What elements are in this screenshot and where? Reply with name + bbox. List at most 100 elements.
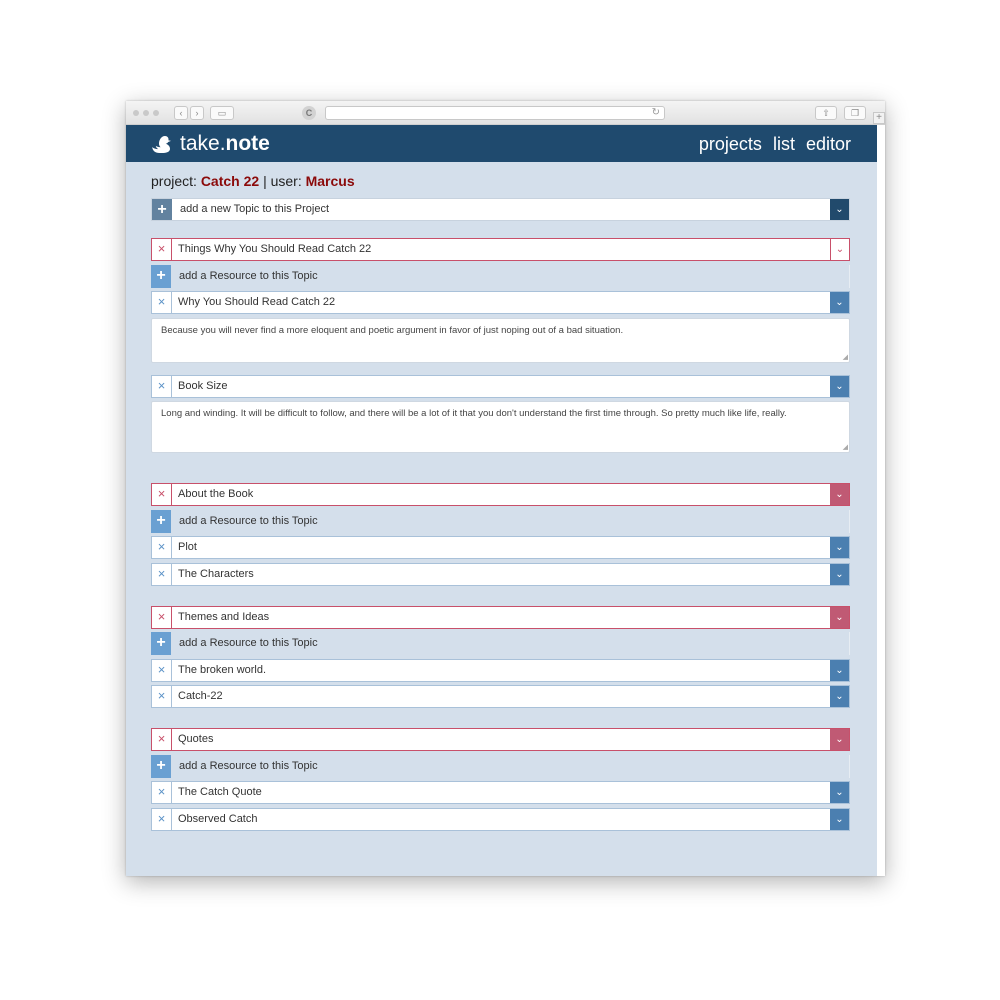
resource-title: The Characters: [178, 568, 254, 580]
resource-note-text: Because you will never find a more eloqu…: [161, 325, 624, 336]
project-context: project: Catch 22 | user: Marcus: [151, 173, 355, 190]
browser-toolbar: ‹ › ▭ C ↻ ⇧ ❐ +: [126, 101, 885, 125]
resource-row[interactable]: × Plot ⌄: [151, 536, 850, 559]
forward-icon[interactable]: ›: [190, 106, 204, 120]
nav-projects[interactable]: projects: [699, 134, 762, 154]
resource-title: Catch-22: [178, 690, 223, 702]
chevron-down-icon[interactable]: ⌄: [830, 607, 849, 628]
add-resource-label: add a Resource to this Topic: [179, 515, 318, 527]
new-tab-icon[interactable]: +: [873, 112, 885, 124]
chevron-down-icon[interactable]: ⌄: [830, 660, 849, 681]
topic-row[interactable]: × Things Why You Should Read Catch 22 ⌄: [151, 238, 850, 261]
topic-row[interactable]: × Quotes ⌄: [151, 728, 850, 751]
chevron-down-icon[interactable]: ⌄: [830, 686, 849, 707]
zoom-window-dot[interactable]: [153, 110, 159, 116]
remove-resource-icon[interactable]: ×: [152, 292, 172, 313]
context-separator: |: [263, 173, 267, 189]
resource-row[interactable]: × Why You Should Read Catch 22 ⌄: [151, 291, 850, 314]
share-icon[interactable]: ⇧: [815, 106, 837, 120]
reload-icon[interactable]: ↻: [652, 107, 660, 119]
add-resource-plus-icon[interactable]: +: [151, 510, 171, 533]
add-resource-row[interactable]: + add a Resource to this Topic: [151, 510, 850, 533]
user-name: Marcus: [305, 173, 355, 189]
resource-row[interactable]: × The Catch Quote ⌄: [151, 781, 850, 804]
topic-row[interactable]: × Themes and Ideas ⌄: [151, 606, 850, 629]
chevron-down-icon[interactable]: ⌄: [830, 782, 849, 803]
topic-title: Themes and Ideas: [178, 611, 270, 623]
remove-topic-icon[interactable]: ×: [152, 607, 172, 628]
resource-note[interactable]: Because you will never find a more eloqu…: [151, 318, 850, 363]
resource-title: Observed Catch: [178, 813, 258, 825]
chevron-down-icon[interactable]: ⌄: [830, 729, 849, 750]
chevron-down-icon[interactable]: ⌄: [830, 809, 849, 830]
new-topic-label: add a new Topic to this Project: [180, 203, 329, 215]
add-resource-row[interactable]: + add a Resource to this Topic: [151, 632, 850, 655]
add-resource-row[interactable]: + add a Resource to this Topic: [151, 755, 850, 778]
resource-row[interactable]: × The broken world. ⌄: [151, 659, 850, 682]
new-topic-row[interactable]: + add a new Topic to this Project ⌄: [151, 198, 850, 221]
app-header: take.note projects list editor: [126, 125, 877, 162]
remove-resource-icon[interactable]: ×: [152, 537, 172, 558]
add-resource-label: add a Resource to this Topic: [179, 270, 318, 282]
close-window-dot[interactable]: [133, 110, 139, 116]
remove-resource-icon[interactable]: ×: [152, 564, 172, 585]
resource-title: Book Size: [178, 380, 228, 392]
add-resource-label: add a Resource to this Topic: [179, 760, 318, 772]
resource-row[interactable]: × Book Size ⌄: [151, 375, 850, 398]
top-nav: projects list editor: [693, 133, 851, 155]
resource-note-text: Long and winding. It will be difficult t…: [161, 408, 787, 419]
resource-title: Plot: [178, 541, 197, 553]
resource-row[interactable]: × Observed Catch ⌄: [151, 808, 850, 831]
add-resource-plus-icon[interactable]: +: [151, 755, 171, 778]
resource-note[interactable]: Long and winding. It will be difficult t…: [151, 401, 850, 453]
tabs-icon[interactable]: ❐: [844, 106, 866, 120]
remove-topic-icon[interactable]: ×: [152, 484, 172, 505]
remove-resource-icon[interactable]: ×: [152, 376, 172, 397]
brand-prefix: take.: [180, 132, 226, 155]
add-resource-plus-icon[interactable]: +: [151, 632, 171, 655]
remove-topic-icon[interactable]: ×: [152, 729, 172, 750]
resource-row[interactable]: × Catch-22 ⌄: [151, 685, 850, 708]
add-resource-row[interactable]: + add a Resource to this Topic: [151, 265, 850, 288]
resize-handle-icon[interactable]: ◢: [843, 354, 848, 361]
duck-logo-icon: [152, 136, 171, 153]
resize-handle-icon[interactable]: ◢: [843, 444, 848, 451]
extension-icon[interactable]: C: [302, 106, 316, 120]
scrollbar-track[interactable]: [877, 125, 885, 876]
brand-bold: note: [225, 132, 270, 155]
project-name: Catch 22: [200, 173, 260, 189]
resource-title: Why You Should Read Catch 22: [178, 296, 336, 308]
address-bar[interactable]: ↻: [325, 106, 665, 120]
chevron-down-icon[interactable]: ⌄: [830, 537, 849, 558]
browser-window: ‹ › ▭ C ↻ ⇧ ❐ + take.note projects list …: [126, 101, 885, 876]
chevron-down-icon[interactable]: ⌄: [830, 292, 849, 313]
remove-resource-icon[interactable]: ×: [152, 809, 172, 830]
project-label: project:: [151, 173, 197, 189]
user-label: user:: [270, 173, 302, 189]
remove-resource-icon[interactable]: ×: [152, 660, 172, 681]
resource-title: The Catch Quote: [178, 786, 262, 798]
topic-title: Quotes: [178, 733, 214, 745]
remove-resource-icon[interactable]: ×: [152, 782, 172, 803]
resource-title: The broken world.: [178, 664, 267, 676]
topic-row[interactable]: × About the Book ⌄: [151, 483, 850, 506]
topic-title: Things Why You Should Read Catch 22: [178, 243, 372, 255]
minimize-window-dot[interactable]: [143, 110, 149, 116]
chevron-down-icon[interactable]: ⌄: [830, 376, 849, 397]
sidebar-icon[interactable]: ▭: [210, 106, 234, 120]
add-topic-plus-icon[interactable]: +: [152, 199, 172, 220]
chevron-down-icon[interactable]: ⌄: [830, 199, 849, 220]
chevron-down-icon[interactable]: ⌄: [830, 564, 849, 585]
nav-editor[interactable]: editor: [806, 134, 851, 154]
resource-row[interactable]: × The Characters ⌄: [151, 563, 850, 586]
back-icon[interactable]: ‹: [174, 106, 188, 120]
add-resource-label: add a Resource to this Topic: [179, 637, 318, 649]
add-resource-plus-icon[interactable]: +: [151, 265, 171, 288]
topic-title: About the Book: [178, 488, 254, 500]
app-logo[interactable]: take.note: [180, 132, 270, 156]
chevron-down-icon[interactable]: ⌄: [830, 239, 849, 260]
chevron-down-icon[interactable]: ⌄: [830, 484, 849, 505]
nav-list[interactable]: list: [773, 134, 795, 154]
remove-topic-icon[interactable]: ×: [152, 239, 172, 260]
remove-resource-icon[interactable]: ×: [152, 686, 172, 707]
